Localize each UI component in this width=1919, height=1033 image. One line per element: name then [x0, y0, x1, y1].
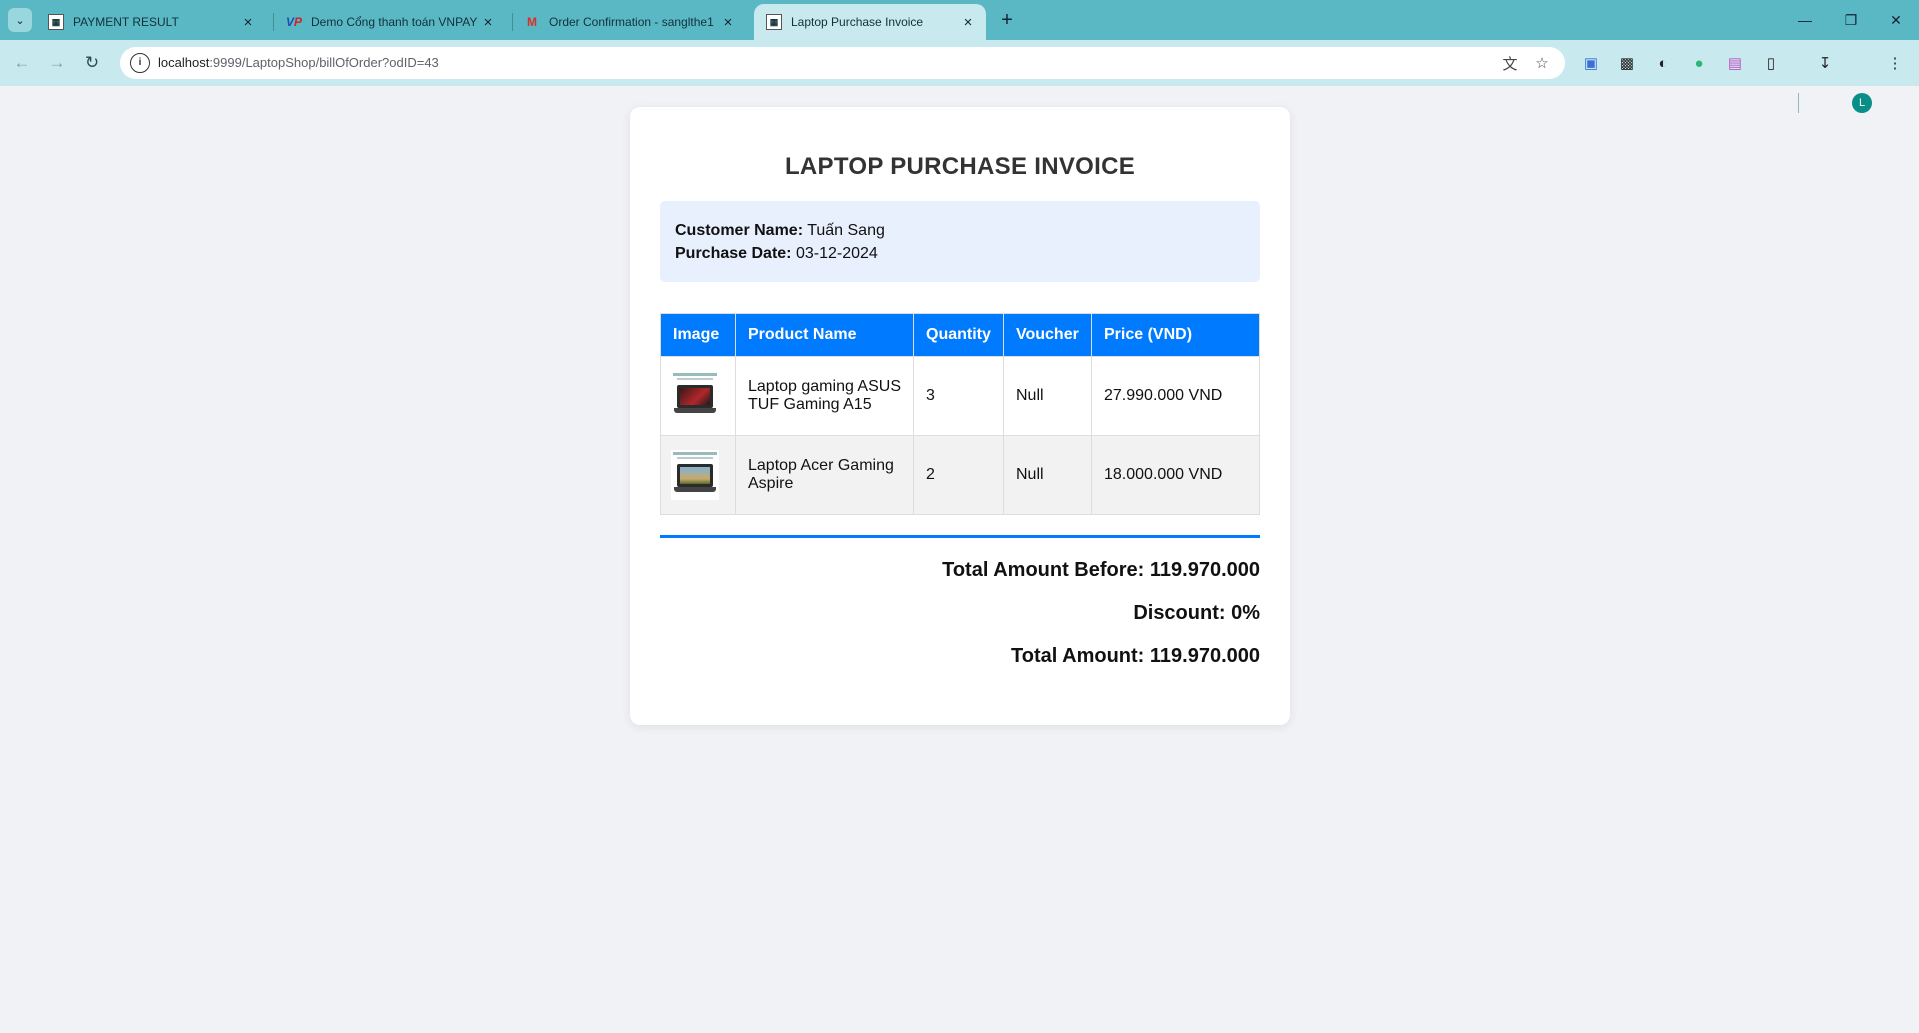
tab-title: Order Confirmation - sanglthe1	[549, 15, 714, 29]
image-favicon-icon: ▦	[766, 14, 782, 30]
tab-title: Demo Cổng thanh toán VNPAY	[311, 15, 478, 29]
order-items-table: Image Product Name Quantity Voucher Pric…	[660, 313, 1260, 515]
color-circle-extension-icon[interactable]: ●	[1687, 51, 1711, 75]
table-header-row: Image Product Name Quantity Voucher Pric…	[660, 313, 1260, 357]
close-icon[interactable]: ×	[240, 14, 256, 31]
purchase-date-label: Purchase Date:	[675, 245, 792, 262]
product-image-cell	[660, 356, 736, 436]
tab-search-chevron-icon[interactable]: ⌄	[8, 8, 32, 32]
close-icon[interactable]: ×	[960, 14, 976, 31]
customer-name-label: Customer Name:	[675, 222, 804, 239]
price-cell: 27.990.000 VND	[1091, 356, 1260, 436]
column-header-quantity: Quantity	[913, 313, 1004, 357]
voucher-cell: Null	[1003, 356, 1092, 436]
purchase-date-line: Purchase Date: 03-12-2024	[675, 242, 1245, 265]
address-bar[interactable]: i localhost:9999/LaptopShop/billOfOrder?…	[120, 47, 1565, 79]
column-header-product-name: Product Name	[735, 313, 914, 357]
product-name-cell: Laptop gaming ASUS TUF Gaming A15	[735, 356, 914, 436]
invoice-card: LAPTOP PURCHASE INVOICE Customer Name: T…	[630, 107, 1290, 725]
profile-avatar[interactable]: L	[1852, 93, 1872, 113]
browser-toolbar: ← → ↻ i localhost:9999/LaptopShop/billOf…	[0, 40, 1919, 113]
product-name-cell: Laptop Acer Gaming Aspire	[735, 435, 914, 515]
customer-name-value: Tuấn Sang	[807, 222, 885, 239]
minimize-icon[interactable]: —	[1782, 0, 1828, 40]
column-header-voucher: Voucher	[1003, 313, 1092, 357]
url-text[interactable]: localhost:9999/LaptopShop/billOfOrder?od…	[158, 47, 439, 79]
reload-icon[interactable]: ↻	[80, 51, 104, 75]
quantity-cell: 2	[913, 435, 1004, 515]
site-info-icon[interactable]: i	[130, 53, 150, 73]
price-cell: 18.000.000 VND	[1091, 435, 1260, 515]
product-image-cell	[660, 435, 736, 515]
total-amount-text: Total Amount: 119.970.000	[1011, 645, 1260, 667]
tab-title: Laptop Purchase Invoice	[791, 15, 924, 29]
discount-text: Discount: 0%	[1133, 602, 1260, 624]
table-row: Laptop gaming ASUS TUF Gaming A15 3 Null…	[660, 356, 1260, 436]
database-extension-icon[interactable]: ▤	[1723, 51, 1747, 75]
customer-name-line: Customer Name: Tuấn Sang	[675, 219, 1245, 242]
glasses-extension-icon[interactable]: ◐	[1651, 51, 1675, 75]
gmail-favicon-icon: M	[527, 15, 537, 29]
purchase-date-value: 03-12-2024	[795, 245, 878, 262]
totals-section: Total Amount Before: 119.970.000 Discoun…	[660, 558, 1260, 687]
tab-vnpay-demo[interactable]: VP Demo Cổng thanh toán VNPAY ×	[274, 4, 506, 40]
back-arrow-icon[interactable]: ←	[10, 51, 34, 75]
tab-laptop-invoice[interactable]: ▦ Laptop Purchase Invoice ×	[754, 4, 986, 40]
column-header-price: Price (VND)	[1091, 313, 1260, 357]
total-before-text: Total Amount Before: 119.970.000	[942, 559, 1260, 581]
translate-extension-icon[interactable]: ▣	[1579, 51, 1603, 75]
download-icon[interactable]: ↧	[1813, 51, 1837, 75]
image-favicon-icon: ▦	[48, 14, 64, 30]
customer-info-box: Customer Name: Tuấn Sang Purchase Date: …	[660, 201, 1260, 282]
url-path: :9999/LaptopShop/billOfOrder?odID=43	[209, 55, 439, 70]
tab-order-confirmation[interactable]: M Order Confirmation - sanglthe1 ×	[512, 4, 746, 40]
new-tab-plus-icon[interactable]: +	[995, 8, 1019, 32]
totals-divider	[660, 535, 1260, 538]
tab-title: PAYMENT RESULT	[73, 15, 179, 29]
bookmark-star-icon[interactable]: ☆	[1532, 53, 1552, 73]
url-host: localhost	[158, 55, 210, 70]
close-icon[interactable]: ×	[720, 14, 736, 31]
puzzle-extensions-icon[interactable]: ▯	[1759, 51, 1783, 75]
translate-icon[interactable]: 文	[1500, 53, 1520, 73]
close-icon[interactable]: ×	[480, 14, 496, 31]
invoice-title: LAPTOP PURCHASE INVOICE	[784, 153, 1136, 180]
quantity-cell: 3	[913, 356, 1004, 436]
asus-laptop-image	[671, 371, 719, 421]
forward-arrow-icon[interactable]: →	[45, 51, 69, 75]
table-row: Laptop Acer Gaming Aspire 2 Null 18.000.…	[660, 435, 1260, 515]
tab-strip: ⌄ ▦ PAYMENT RESULT × VP Demo Cổng thanh …	[0, 0, 1919, 40]
clapperboard-extension-icon[interactable]: ▩	[1615, 51, 1639, 75]
window-close-icon[interactable]: ✕	[1873, 0, 1919, 40]
toolbar-divider	[1798, 93, 1799, 113]
acer-laptop-image	[671, 450, 719, 500]
column-header-image: Image	[660, 313, 736, 357]
voucher-cell: Null	[1003, 435, 1092, 515]
kebab-menu-icon[interactable]: ⋮	[1883, 51, 1907, 75]
tab-payment-result[interactable]: ▦ PAYMENT RESULT ×	[36, 4, 266, 40]
vnpay-favicon-icon: VP	[285, 15, 303, 29]
restore-icon[interactable]: ❐	[1828, 0, 1874, 40]
